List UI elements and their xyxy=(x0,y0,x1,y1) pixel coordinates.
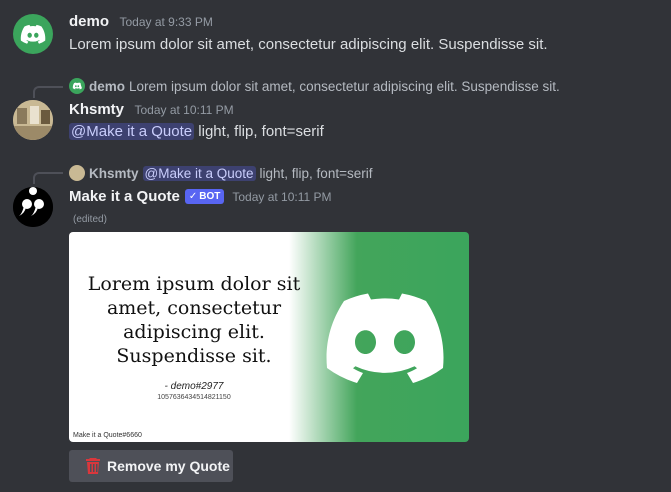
avatar-demo[interactable] xyxy=(13,14,53,54)
timestamp: Today at 10:11 PM xyxy=(232,189,332,204)
reply-preview[interactable]: Khsmty @Make it a Quote light, flip, fon… xyxy=(69,165,372,181)
verified-check-icon: ✓ xyxy=(188,191,198,202)
remove-quote-label: Remove my Quote xyxy=(107,458,230,474)
message-text: Lorem ipsum dolor sit amet, consectetur … xyxy=(69,36,548,53)
reply-text: Lorem ipsum dolor sit amet, consectetur … xyxy=(129,78,560,94)
author-name[interactable]: Khsmty xyxy=(69,101,124,118)
quote-user-id: 1057636434514821150 xyxy=(157,394,231,401)
timestamp: Today at 9:33 PM xyxy=(119,15,213,29)
edited-label: (edited) xyxy=(73,214,107,225)
photo-avatar-icon xyxy=(13,100,53,140)
author-name[interactable]: demo xyxy=(69,13,109,30)
quote-image[interactable]: Lorem ipsum dolor sit amet, consectetur … xyxy=(69,232,469,442)
bot-mention[interactable]: @Make it a Quote xyxy=(69,123,195,140)
avatar-khsmty[interactable] xyxy=(13,100,53,140)
reply-preview[interactable]: demo Lorem ipsum dolor sit amet, consect… xyxy=(69,78,560,94)
reply-text: light, flip, font=serif xyxy=(259,165,373,181)
quote-footer: Make it a Quote#6660 xyxy=(73,432,142,439)
reply-avatar xyxy=(69,165,85,181)
avatar-bot[interactable] xyxy=(13,187,53,227)
reply-author[interactable]: demo xyxy=(89,79,125,94)
quote-text: Lorem ipsum dolor sit amet, consectetur … xyxy=(87,273,301,367)
discord-logo-icon xyxy=(20,24,46,44)
author-name[interactable]: Make it a Quote xyxy=(69,188,180,205)
reply-author[interactable]: Khsmty xyxy=(89,166,139,181)
quote-attribution: - demo#2977 xyxy=(164,381,224,392)
timestamp: Today at 10:11 PM xyxy=(134,103,234,117)
remove-quote-button[interactable]: Remove my Quote xyxy=(69,450,233,482)
reply-mention[interactable]: @Make it a Quote xyxy=(142,165,256,181)
bot-badge: ✓ BOT xyxy=(184,189,225,204)
discord-logo-icon xyxy=(326,293,444,383)
trash-icon xyxy=(86,458,100,474)
reply-connector xyxy=(33,86,63,98)
quote-marks-icon xyxy=(13,187,53,227)
discord-logo-icon xyxy=(72,82,82,90)
reply-avatar xyxy=(69,78,85,94)
message-text: light, flip, font=serif xyxy=(198,123,324,140)
reply-connector xyxy=(33,172,63,184)
bot-tag-label: BOT xyxy=(199,191,221,202)
